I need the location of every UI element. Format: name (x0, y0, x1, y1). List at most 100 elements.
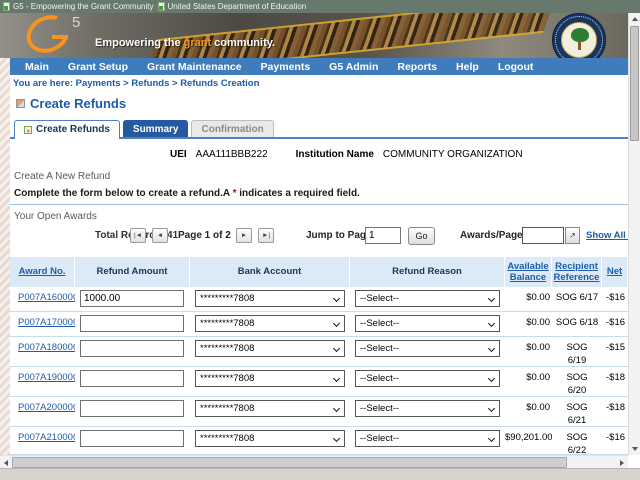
jump-to-page-input[interactable] (365, 227, 401, 244)
bank-account-cell: *********7808 (190, 312, 350, 336)
nav-item-payments[interactable]: Payments (261, 61, 311, 73)
tab-summary[interactable]: Summary (123, 120, 189, 138)
horizontal-scrollbar-thumb[interactable] (12, 457, 567, 468)
bank-account-cell: *********7808 (190, 287, 350, 311)
breadcrumb-prefix: You are here: (13, 78, 76, 89)
open-awards-heading: Your Open Awards (14, 211, 97, 222)
nav-bar: Main Grant Setup Grant Maintenance Payments… (10, 58, 628, 75)
available-balance-value: $90,201.00 (505, 427, 552, 454)
scroll-down-arrow-icon[interactable] (629, 443, 640, 455)
nav-item-g5-admin[interactable]: G5 Admin (329, 61, 378, 73)
breadcrumb[interactable]: You are here: Payments > Refunds > Refun… (13, 78, 259, 89)
bank-account-select[interactable]: *********7808 (195, 370, 345, 387)
title-left: G5 - Empowering the Grant Community (3, 2, 154, 11)
nav-item-grant-setup[interactable]: Grant Setup (68, 61, 128, 73)
nav-item-grant-maintenance[interactable]: Grant Maintenance (147, 61, 242, 73)
tab-create-refunds[interactable]: Create Refunds (14, 120, 120, 138)
refund-reason-selected-value: --Select-- (360, 293, 399, 304)
banner-tagline: Empowering the grant community. (95, 37, 275, 49)
go-button[interactable]: Go (408, 227, 435, 245)
refund-amount-input[interactable] (80, 290, 184, 307)
previous-page-button[interactable]: ◄ (152, 228, 168, 243)
seal-inner (561, 22, 597, 58)
column-header-net[interactable]: Net (602, 257, 628, 287)
bank-account-selected-value: *********7808 (200, 403, 254, 414)
refund-reason-cell: --Select-- (350, 367, 505, 396)
bank-account-select[interactable]: *********7808 (195, 340, 345, 357)
last-page-button[interactable]: ►| (258, 228, 274, 243)
tagline-post: community. (211, 37, 275, 49)
award-number-link[interactable]: P007A160000 (18, 292, 75, 303)
refund-amount-input[interactable] (80, 430, 184, 447)
tab-confirmation[interactable]: Confirmation (191, 120, 273, 138)
recipient-reference-value: SOG 6/18 (552, 312, 602, 336)
bank-account-cell: *********7808 (190, 397, 350, 426)
refund-amount-input[interactable] (80, 340, 184, 357)
recipient-reference-value: SOG 6/17 (552, 287, 602, 311)
refund-reason-selected-value: --Select-- (360, 343, 399, 354)
breadcrumb-path[interactable]: Payments > Refunds > Refunds Creation (76, 78, 260, 89)
awards-per-page-label: Awards/Page: (460, 230, 526, 241)
award-number-link[interactable]: P007A200000 (18, 402, 75, 413)
bank-account-select[interactable]: *********7808 (195, 400, 345, 417)
g5-logo-bar (52, 35, 68, 39)
column-header-label: Net (607, 266, 622, 277)
refund-reason-select[interactable]: --Select-- (355, 430, 500, 447)
window-title-bar: G5 - Empowering the Grant Community Unit… (0, 0, 640, 13)
pagination-bar: Total Records: 41 |◄ ◄ Page 1 of 2 ► ►| … (10, 226, 628, 248)
award-cell: P007A210000 (10, 427, 75, 454)
nav-item-logout[interactable]: Logout (498, 61, 534, 73)
tagline-accent: grant (184, 37, 212, 49)
page-title-icon (16, 99, 25, 108)
column-header-label: Recipient Reference (552, 261, 601, 284)
nav-item-reports[interactable]: Reports (397, 61, 437, 73)
uei-value: AAA111BBB222 (196, 149, 268, 160)
refund-reason-cell: --Select-- (350, 287, 505, 311)
first-page-button[interactable]: |◄ (130, 228, 146, 243)
vertical-scrollbar[interactable] (628, 13, 640, 455)
column-header-label: Available Balance (505, 261, 551, 284)
next-page-button[interactable]: ► (236, 228, 252, 243)
net-value: -$18 (602, 397, 628, 426)
awards-per-page-go-button[interactable]: ↗ (565, 227, 580, 244)
g5-banner: 5 Empowering the grant community. (0, 13, 628, 58)
net-value: -$16 (602, 312, 628, 336)
award-row-p007a190000: P007A190000*********7808--Select--$0.00S… (10, 367, 628, 397)
column-header-award-no[interactable]: Award No. (10, 257, 75, 287)
bank-account-select[interactable]: *********7808 (195, 430, 345, 447)
award-number-link[interactable]: P007A190000 (18, 372, 75, 383)
page-title-label: Create Refunds (30, 96, 126, 111)
scroll-up-arrow-icon[interactable] (629, 13, 640, 25)
refund-reason-select[interactable]: --Select-- (355, 315, 500, 332)
refund-reason-select[interactable]: --Select-- (355, 400, 500, 417)
page-left-margin (0, 58, 10, 455)
bank-account-select[interactable]: *********7808 (195, 315, 345, 332)
refund-amount-input[interactable] (80, 315, 184, 332)
column-header-available-balance[interactable]: Available Balance (505, 257, 552, 287)
nav-item-main[interactable]: Main (25, 61, 49, 73)
bank-account-selected-value: *********7808 (200, 433, 254, 444)
refund-amount-input[interactable] (80, 370, 184, 387)
refund-reason-select[interactable]: --Select-- (355, 290, 500, 307)
award-number-link[interactable]: P007A170000 (18, 317, 75, 328)
refund-reason-select[interactable]: --Select-- (355, 340, 500, 357)
column-header-recipient-reference[interactable]: Recipient Reference (552, 257, 602, 287)
award-row-p007a160000: P007A160000*********7808--Select--$0.00S… (10, 287, 628, 312)
award-number-link[interactable]: P007A180000 (18, 342, 75, 353)
chevron-down-icon (488, 405, 495, 412)
bank-account-select[interactable]: *********7808 (195, 290, 345, 307)
award-number-link[interactable]: P007A210000 (18, 432, 75, 443)
chevron-down-icon (488, 295, 495, 302)
net-value: -$16 (602, 287, 628, 311)
awards-per-page-input[interactable] (522, 227, 564, 244)
refund-amount-input[interactable] (80, 400, 184, 417)
title-right: United States Department of Education (158, 2, 307, 11)
horizontal-scrollbar[interactable] (0, 455, 628, 468)
tab-bar: Create RefundsSummaryConfirmation (14, 119, 274, 138)
show-all-awards-link[interactable]: Show All Aw (586, 230, 628, 241)
refund-reason-select[interactable]: --Select-- (355, 370, 500, 387)
available-balance-value: $0.00 (505, 337, 552, 366)
vertical-scrollbar-thumb[interactable] (630, 26, 639, 141)
tagline-pre: Empowering the (95, 37, 184, 49)
nav-item-help[interactable]: Help (456, 61, 479, 73)
